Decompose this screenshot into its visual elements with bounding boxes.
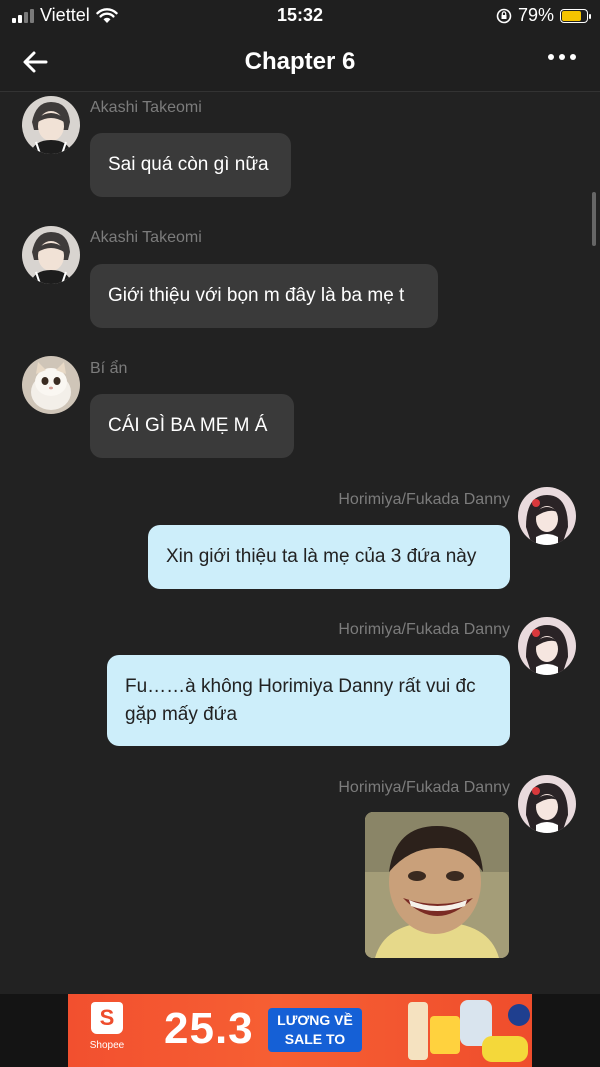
- avatar-akashi[interactable]: [22, 96, 80, 154]
- shopee-brand: Shopee: [89, 1040, 125, 1051]
- avatar-image: [518, 617, 576, 675]
- avatar-horimiya[interactable]: [518, 617, 576, 675]
- avatar-image: [22, 226, 80, 284]
- message-bubble[interactable]: Xin giới thiệu ta là mẹ của 3 đứa này: [148, 525, 510, 589]
- orientation-lock-icon: [496, 8, 512, 23]
- avatar-image: [518, 775, 576, 833]
- message-text: Fu……à không Horimiya Danny rất vui đc gặ…: [125, 675, 476, 725]
- more-dot: [559, 54, 565, 60]
- avatar-bi-an[interactable]: [22, 356, 80, 414]
- avatar-horimiya[interactable]: [518, 487, 576, 545]
- message-bubble[interactable]: Sai quá còn gì nữa: [90, 133, 291, 197]
- avatar-image: [22, 96, 80, 154]
- avatar-horimiya[interactable]: [518, 775, 576, 833]
- battery-icon: [560, 8, 591, 23]
- message-text: Xin giới thiệu ta là mẹ của 3 đứa này: [166, 546, 477, 567]
- message-bubble[interactable]: CÁI GÌ BA MẸ M Á: [90, 394, 294, 458]
- ad-line1: LƯƠNG VỀ: [277, 1012, 353, 1028]
- scrollbar[interactable]: [592, 192, 596, 246]
- meme-photo: [365, 812, 509, 958]
- ad-product-headphones: [508, 1004, 530, 1026]
- battery-percent: 79%: [517, 5, 554, 25]
- sender-name: Akashi Takeomi: [90, 99, 202, 116]
- ad-product-tube: [408, 1002, 428, 1060]
- message-image[interactable]: [365, 812, 509, 958]
- ad-product-snack: [430, 1016, 460, 1054]
- battery-level: [562, 10, 581, 21]
- avatar-image: [518, 487, 576, 545]
- ad-date: 25.3: [164, 1004, 254, 1053]
- more-button[interactable]: [548, 54, 576, 60]
- sender-name: Bí ẩn: [90, 360, 128, 377]
- chat-header: Chapter 6: [0, 32, 600, 92]
- sender-name: Horimiya/Fukada Danny: [338, 621, 510, 638]
- ad-line2: SALE TO: [284, 1031, 346, 1047]
- sender-name: Akashi Takeomi: [90, 229, 202, 246]
- ad-product-speaker: [482, 1036, 528, 1062]
- message-text: Sai quá còn gì nữa: [108, 154, 269, 175]
- shopee-bag-icon: S: [91, 1002, 123, 1034]
- ad-banner[interactable]: S Shopee 25.3 LƯƠNG VỀ SALE TO: [68, 994, 532, 1067]
- message-bubble[interactable]: Giới thiệu với bọn m đây là ba mẹ t: [90, 264, 438, 328]
- status-bar: Viettel 15:32 79%: [0, 0, 600, 32]
- page-title: Chapter 6: [244, 48, 356, 75]
- shopee-logo: S Shopee: [82, 1002, 132, 1058]
- sender-name: Horimiya/Fukada Danny: [338, 491, 510, 508]
- avatar-akashi[interactable]: [22, 226, 80, 284]
- message-bubble[interactable]: Fu……à không Horimiya Danny rất vui đc gặ…: [107, 655, 510, 746]
- status-right: 79%: [496, 5, 591, 26]
- message-text: CÁI GÌ BA MẸ M Á: [108, 415, 268, 436]
- avatar-image: [22, 356, 80, 414]
- sender-name: Horimiya/Fukada Danny: [338, 779, 510, 796]
- ad-promo-box: LƯƠNG VỀ SALE TO: [268, 1008, 362, 1052]
- more-dot: [548, 54, 554, 60]
- more-dot: [570, 54, 576, 60]
- message-text: Giới thiệu với bọn m đây là ba mẹ t: [108, 285, 405, 306]
